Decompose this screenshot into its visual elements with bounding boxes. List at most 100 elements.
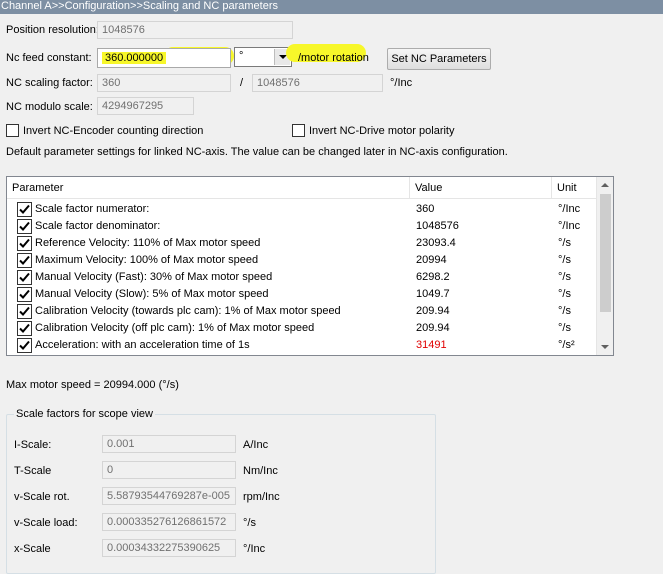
row-parameter: Manual Velocity (Fast): 30% of Max motor… xyxy=(35,271,273,283)
checkmark-icon xyxy=(19,289,30,299)
nc-scaling-denominator: 1048576 xyxy=(252,74,383,92)
nc-modulo-scale-label: NC modulo scale: xyxy=(6,101,93,113)
chevron-down-icon[interactable] xyxy=(275,22,291,38)
table-row[interactable]: Maximum Velocity: 100% of Max motor spee… xyxy=(7,252,597,269)
row-value[interactable]: 31491 xyxy=(416,337,546,354)
window-title: Channel A>>Configuration>>Scaling and NC… xyxy=(0,0,663,14)
position-resolution-label: Position resolution: xyxy=(6,24,99,36)
table-row[interactable]: Acceleration: with an acceleration time … xyxy=(7,337,597,354)
scope-value: 0 xyxy=(102,461,236,479)
checkmark-icon xyxy=(19,323,30,333)
row-value[interactable]: 1049.7 xyxy=(416,286,546,303)
row-unit: °/s xyxy=(558,305,571,317)
scope-unit: rpm/Inc xyxy=(243,491,280,503)
row-value[interactable]: 6298.2 xyxy=(416,269,546,286)
row-parameter: Scale factor numerator: xyxy=(35,203,150,215)
set-nc-parameters-button[interactable]: Set NC Parameters xyxy=(387,48,491,70)
checkmark-icon xyxy=(19,272,30,282)
table-row[interactable]: Scale factor numerator: 360 °/Inc xyxy=(7,201,597,218)
table-row[interactable]: Calibration Velocity (off plc cam): 1% o… xyxy=(7,320,597,337)
row-parameter: Reference Velocity: 110% of Max motor sp… xyxy=(35,237,261,249)
checkmark-icon xyxy=(19,340,30,350)
scope-value: 0.001 xyxy=(102,435,236,453)
scroll-thumb[interactable] xyxy=(600,194,611,312)
checkmark-icon xyxy=(19,255,30,265)
invert-drive-label[interactable]: Invert NC-Drive motor polarity xyxy=(309,124,454,138)
position-resolution-value: 1048576 xyxy=(102,24,145,36)
table-row[interactable]: Scale factor denominator: 1048576 °/Inc xyxy=(7,218,597,235)
scope-unit: °/s xyxy=(243,517,256,529)
scope-unit: °/Inc xyxy=(243,543,266,555)
column-header-value[interactable]: Value xyxy=(410,177,552,199)
scope-row: v-Scale load: 0.000335276126861572 °/s xyxy=(0,513,440,533)
row-checkbox[interactable] xyxy=(17,287,32,302)
feed-unit-value: ° xyxy=(239,50,244,62)
parameter-table[interactable]: Parameter Value Unit Scale factor numera… xyxy=(6,176,614,356)
row-unit: °/s xyxy=(558,271,571,283)
row-unit: °/s xyxy=(558,322,571,334)
nc-feed-constant-value: 360.000000 xyxy=(102,52,167,64)
row-checkbox[interactable] xyxy=(17,270,32,285)
scroll-up-icon[interactable] xyxy=(597,177,613,194)
feed-unit-select[interactable]: ° xyxy=(234,47,292,67)
row-checkbox[interactable] xyxy=(17,236,32,251)
table-row[interactable]: Manual Velocity (Slow): 5% of Max motor … xyxy=(7,286,597,303)
nc-modulo-scale-value: 4294967295 xyxy=(97,97,194,115)
row-checkbox[interactable] xyxy=(17,253,32,268)
scope-unit: Nm/Inc xyxy=(243,465,278,477)
checkmark-icon xyxy=(19,204,30,214)
info-text: Default parameter settings for linked NC… xyxy=(6,146,508,158)
invert-drive-checkbox[interactable] xyxy=(292,124,305,137)
row-parameter: Calibration Velocity (off plc cam): 1% o… xyxy=(35,322,315,334)
row-value[interactable]: 209.94 xyxy=(416,303,546,320)
row-value[interactable]: 23093.4 xyxy=(416,235,546,252)
feed-constant-suffix: /motor rotation xyxy=(298,52,369,64)
checkmark-icon xyxy=(19,221,30,231)
row-parameter: Scale factor denominator: xyxy=(35,220,161,232)
row-value[interactable]: 209.94 xyxy=(416,320,546,337)
column-header-parameter[interactable]: Parameter xyxy=(7,177,410,199)
nc-feed-constant-label: Nc feed constant: xyxy=(6,52,92,64)
max-motor-speed-text: Max motor speed = 20994.000 (°/s) xyxy=(6,379,179,391)
table-row[interactable]: Manual Velocity (Fast): 30% of Max motor… xyxy=(7,269,597,286)
row-value[interactable]: 20994 xyxy=(416,252,546,269)
invert-encoder-label[interactable]: Invert NC-Encoder counting direction xyxy=(23,124,203,138)
row-unit: °/Inc xyxy=(558,220,581,232)
invert-encoder-checkbox[interactable] xyxy=(6,124,19,137)
row-parameter: Manual Velocity (Slow): 5% of Max motor … xyxy=(35,288,269,300)
row-value[interactable]: 1048576 xyxy=(416,218,546,235)
row-value[interactable]: 360 xyxy=(416,201,546,218)
scope-label: T-Scale xyxy=(14,465,52,477)
nc-feed-constant-input[interactable]: 360.000000 xyxy=(97,48,231,68)
scroll-down-icon[interactable] xyxy=(597,338,613,355)
scope-label: v-Scale load: xyxy=(14,517,78,529)
scope-row: v-Scale rot. 5.58793544769287e-005 rpm/Inc xyxy=(0,487,440,507)
scope-row: I-Scale: 0.001 A/Inc xyxy=(0,435,440,455)
scope-unit: A/Inc xyxy=(243,439,269,451)
position-resolution-combo[interactable]: 1048576 xyxy=(97,21,293,39)
row-parameter: Calibration Velocity (towards plc cam): … xyxy=(35,305,341,317)
row-unit: °/s xyxy=(558,288,571,300)
column-header-unit[interactable]: Unit xyxy=(552,177,598,199)
nc-scaling-separator: / xyxy=(240,77,244,89)
scope-label: x-Scale xyxy=(14,543,51,555)
table-header: Parameter Value Unit xyxy=(7,177,597,199)
row-checkbox[interactable] xyxy=(17,219,32,234)
row-unit: °/Inc xyxy=(558,203,581,215)
scope-row: T-Scale 0 Nm/Inc xyxy=(0,461,440,481)
row-checkbox[interactable] xyxy=(17,202,32,217)
row-checkbox[interactable] xyxy=(17,304,32,319)
row-checkbox[interactable] xyxy=(17,321,32,336)
row-unit: °/s xyxy=(558,254,571,266)
checkmark-icon xyxy=(19,306,30,316)
table-row[interactable]: Reference Velocity: 110% of Max motor sp… xyxy=(7,235,597,252)
scope-value: 0.00034332275390625 xyxy=(102,539,236,557)
vertical-scrollbar[interactable] xyxy=(596,177,613,355)
row-checkbox[interactable] xyxy=(17,338,32,353)
row-parameter: Acceleration: with an acceleration time … xyxy=(35,339,250,351)
scope-row: x-Scale 0.00034332275390625 °/Inc xyxy=(0,539,440,559)
checkmark-icon xyxy=(19,238,30,248)
table-row[interactable]: Calibration Velocity (towards plc cam): … xyxy=(7,303,597,320)
scope-value: 0.000335276126861572 xyxy=(102,513,236,531)
scope-label: I-Scale: xyxy=(14,439,52,451)
